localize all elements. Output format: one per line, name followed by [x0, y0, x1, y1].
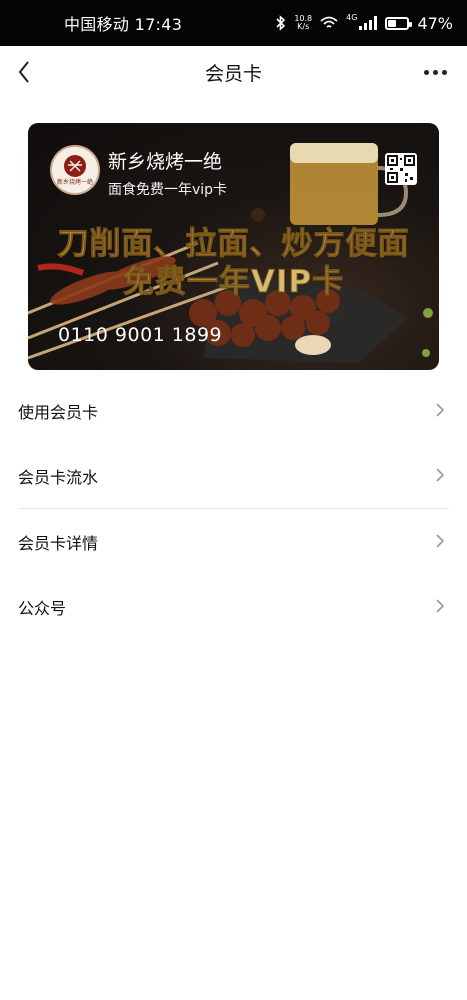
- page-title: 会员卡: [204, 62, 262, 85]
- net-speed: 10.8 K/s: [294, 15, 312, 31]
- menu-item-use-card[interactable]: 使用会员卡: [0, 378, 467, 443]
- nav-bar: 会员卡: [0, 46, 467, 98]
- battery-icon: [385, 16, 413, 30]
- logo-emblem-icon: [64, 155, 86, 177]
- menu-item-label: 使用会员卡: [18, 402, 99, 422]
- network-tag: 4G: [346, 12, 358, 22]
- card-number: 0110 9001 1899: [58, 324, 223, 346]
- menu-list: 使用会员卡 会员卡流水 会员卡详情 公众号: [0, 378, 467, 639]
- menu-item-card-details[interactable]: 会员卡详情: [0, 509, 467, 574]
- menu-item-label: 会员卡详情: [18, 533, 99, 553]
- menu-item-label: 会员卡流水: [18, 467, 99, 487]
- bluetooth-icon: [276, 15, 286, 31]
- battery-percent: 47%: [417, 13, 453, 33]
- chevron-right-icon: [436, 534, 445, 548]
- qr-code-icon[interactable]: [385, 153, 417, 185]
- menu-item-official-account[interactable]: 公众号: [0, 574, 467, 639]
- chevron-right-icon: [436, 599, 445, 613]
- chevron-right-icon: [436, 468, 445, 482]
- carrier-time: 中国移动 17:43: [64, 15, 183, 34]
- promo-line-2: 免费一年VIP卡: [122, 264, 345, 301]
- wifi-icon: [320, 16, 338, 28]
- signal-icon: [359, 16, 378, 30]
- menu-item-card-transactions[interactable]: 会员卡流水: [0, 443, 467, 508]
- net-speed-unit: K/s: [297, 22, 310, 31]
- chevron-left-icon[interactable]: [14, 58, 36, 86]
- card-subtitle: 面食免费一年vip卡: [108, 182, 228, 198]
- menu-item-label: 公众号: [18, 598, 67, 618]
- more-dots-icon[interactable]: [424, 70, 447, 75]
- logo-text: 新乡烧烤一绝: [56, 179, 93, 186]
- shop-logo: 新乡烧烤一绝: [50, 145, 100, 195]
- status-bar: 中国移动 17:43 10.8 K/s 4G 47%: [0, 0, 467, 46]
- chevron-right-icon: [436, 403, 445, 417]
- member-card[interactable]: 新乡烧烤一绝 新乡烧烤一绝 面食免费一年vip卡 刀削面、拉面、炒方便面 免费一…: [28, 123, 439, 370]
- shop-name: 新乡烧烤一绝: [108, 151, 223, 173]
